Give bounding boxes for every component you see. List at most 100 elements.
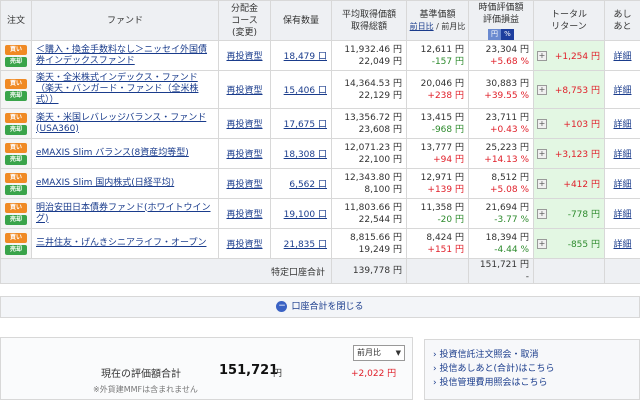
buy-button[interactable]: 買い xyxy=(5,78,27,89)
summary-value: 151,721 xyxy=(219,363,279,378)
quantity-link[interactable]: 6,562 口 xyxy=(289,180,327,190)
sell-button[interactable]: 売却 xyxy=(5,124,27,135)
distribution-course-link[interactable]: 再投資型 xyxy=(226,120,262,130)
toggle-percent[interactable]: % xyxy=(501,28,514,40)
buy-button[interactable]: 買い xyxy=(5,142,27,153)
expand-plus-icon[interactable]: + xyxy=(537,118,547,129)
sell-button[interactable]: 売却 xyxy=(5,184,27,195)
sell-button[interactable]: 売却 xyxy=(5,244,27,255)
summary-label: 現在の評価額合計 xyxy=(101,369,181,380)
evaluation-summary: 前月比 ▼ 現在の評価額合計 151,721 円 +2,022 円 ※外貨建MMF… xyxy=(0,337,413,400)
fund-name-link[interactable]: 楽天・全米株式インデックス・ファンド（楽天・バンガード・ファンド（全米株式）） xyxy=(36,73,198,105)
link-order-inquiry[interactable]: › 投資信託注文照会・取消 xyxy=(433,348,639,362)
cost-total: 23,608 円 xyxy=(358,124,402,135)
fund-name-link[interactable]: ＜購入・換金手数料なし＞ニッセイ外国債券インデックスファンド xyxy=(36,45,207,66)
base-price: 11,358 円 xyxy=(420,202,464,213)
total-return-value: +103 円 xyxy=(563,120,600,130)
expand-plus-icon[interactable]: + xyxy=(537,178,547,189)
holdings-table: 注文 ファンド 分配金 コース (変更) 保有数量 平均取得価額 取得総額 基準… xyxy=(0,0,640,284)
average-price: 11,932.46 円 xyxy=(344,44,402,55)
distribution-course-link[interactable]: 再投資型 xyxy=(226,150,262,160)
link-management-fee[interactable]: › 投信管理費用照会はこちら xyxy=(433,376,639,390)
close-account-total-label: 口座合計を閉じる xyxy=(291,302,364,312)
header-base-price: 基準価額 前日比 / 前月比 xyxy=(406,0,469,41)
base-price-change: +238 円 xyxy=(427,90,464,101)
detail-link[interactable]: 詳細 xyxy=(613,240,631,250)
fund-row: 買い 売却 三井住友・げんきシニアライフ・オープン 再投資型 21,835 口 8,815… xyxy=(0,228,640,259)
distribution-course-link[interactable]: 再投資型 xyxy=(226,210,262,220)
distribution-course-link[interactable]: 再投資型 xyxy=(226,180,262,190)
detail-link[interactable]: 詳細 xyxy=(613,150,631,160)
close-account-total-button[interactable]: − 口座合計を閉じる xyxy=(0,296,640,318)
yen-percent-toggle[interactable]: 円% xyxy=(488,28,514,40)
average-price: 8,815.66 円 xyxy=(350,232,402,243)
detail-link[interactable]: 詳細 xyxy=(613,52,631,62)
base-price: 20,046 円 xyxy=(420,78,464,89)
quantity-link[interactable]: 18,308 口 xyxy=(284,150,327,160)
evaluation-cell: 18,394 円 -4.44 % xyxy=(468,228,534,259)
average-price: 14,364.53 円 xyxy=(344,78,402,89)
base-price-change: +139 円 xyxy=(427,184,464,195)
distribution-course-link[interactable]: 再投資型 xyxy=(226,52,262,62)
detail-link[interactable]: 詳細 xyxy=(613,180,631,190)
toggle-yen[interactable]: 円 xyxy=(488,28,501,40)
quantity-link[interactable]: 19,100 口 xyxy=(284,210,327,220)
sell-button[interactable]: 売却 xyxy=(5,214,27,225)
expand-plus-icon[interactable]: + xyxy=(537,208,547,219)
average-price: 12,343.80 円 xyxy=(344,172,402,183)
period-select[interactable]: 前月比 ▼ xyxy=(353,345,405,361)
market-value: 30,883 円 xyxy=(485,78,529,89)
expand-plus-icon[interactable]: + xyxy=(537,148,547,159)
fund-name-link[interactable]: 明治安田日本債券ファンド(ホワイトウイング) xyxy=(36,203,211,224)
order-cell: 買い 売却 xyxy=(0,108,32,139)
total-return-cell: + -855 円 xyxy=(533,228,605,259)
detail-link[interactable]: 詳細 xyxy=(613,210,631,220)
distribution-course-link[interactable]: 再投資型 xyxy=(226,240,262,250)
fund-row: 買い 売却 eMAXIS Slim 国内株式(日経平均) 再投資型 6,562 口 12,… xyxy=(0,168,640,199)
fund-name-link[interactable]: eMAXIS Slim 国内株式(日経平均) xyxy=(36,178,174,188)
quantity-link[interactable]: 15,406 口 xyxy=(284,86,327,96)
fund-name-link[interactable]: 三井住友・げんきシニアライフ・オープン xyxy=(36,238,206,248)
order-cell: 買い 売却 xyxy=(0,40,32,71)
sell-button[interactable]: 売却 xyxy=(5,90,27,101)
buy-button[interactable]: 買い xyxy=(5,172,27,183)
expand-plus-icon[interactable]: + xyxy=(537,238,547,249)
evaluation-cell: 8,512 円 +5.08 % xyxy=(468,168,534,199)
quantity-link[interactable]: 17,675 口 xyxy=(284,120,327,130)
order-cell: 買い 売却 xyxy=(0,138,32,169)
detail-link[interactable]: 詳細 xyxy=(613,86,631,96)
base-price-change: -20 円 xyxy=(437,214,464,225)
quantity-link[interactable]: 18,479 口 xyxy=(284,52,327,62)
base-price-cell: 8,424 円 +151 円 xyxy=(406,228,469,259)
sell-button[interactable]: 売却 xyxy=(5,56,27,67)
profit-loss-percent: +14.13 % xyxy=(484,154,529,165)
fund-row: 買い 売却 楽天・米国レバレッジバランス・ファンド(USA360) 再投資型 17,67… xyxy=(0,108,640,139)
detail-link[interactable]: 詳細 xyxy=(613,120,631,130)
sort-prev-day[interactable]: 前日比 xyxy=(410,22,434,31)
cost-total: 22,049 円 xyxy=(358,56,402,67)
buy-button[interactable]: 買い xyxy=(5,232,27,243)
base-price-cell: 13,777 円 +94 円 xyxy=(406,138,469,169)
link-ashiato-total[interactable]: › 投信あしあと(合計)はこちら xyxy=(433,362,639,376)
account-total-label: 特定口座合計 xyxy=(0,258,332,284)
total-return-value: +3,123 円 xyxy=(554,150,600,160)
expand-plus-icon[interactable]: + xyxy=(537,50,547,61)
expand-plus-icon[interactable]: + xyxy=(537,84,547,95)
fund-name-link[interactable]: 楽天・米国レバレッジバランス・ファンド(USA360) xyxy=(36,113,206,134)
chevron-down-icon: ▼ xyxy=(395,349,401,357)
sell-button[interactable]: 売却 xyxy=(5,154,27,165)
distribution-course-link[interactable]: 再投資型 xyxy=(226,86,262,96)
fund-name-link[interactable]: eMAXIS Slim バランス(8資産均等型) xyxy=(36,148,189,158)
cost-total: 8,100 円 xyxy=(364,184,402,195)
summary-change: +2,022 円 xyxy=(351,369,397,379)
base-price-cell: 12,611 円 -157 円 xyxy=(406,40,469,71)
buy-button[interactable]: 買い xyxy=(5,112,27,123)
buy-button[interactable]: 買い xyxy=(5,202,27,213)
header-fund: ファンド xyxy=(31,0,219,41)
buy-button[interactable]: 買い xyxy=(5,44,27,55)
cost-total: 22,544 円 xyxy=(358,214,402,225)
evaluation-cell: 23,711 円 +0.43 % xyxy=(468,108,534,139)
quantity-link[interactable]: 21,835 口 xyxy=(284,240,327,250)
market-value: 23,711 円 xyxy=(485,112,529,123)
total-return-value: +1,254 円 xyxy=(554,52,600,62)
